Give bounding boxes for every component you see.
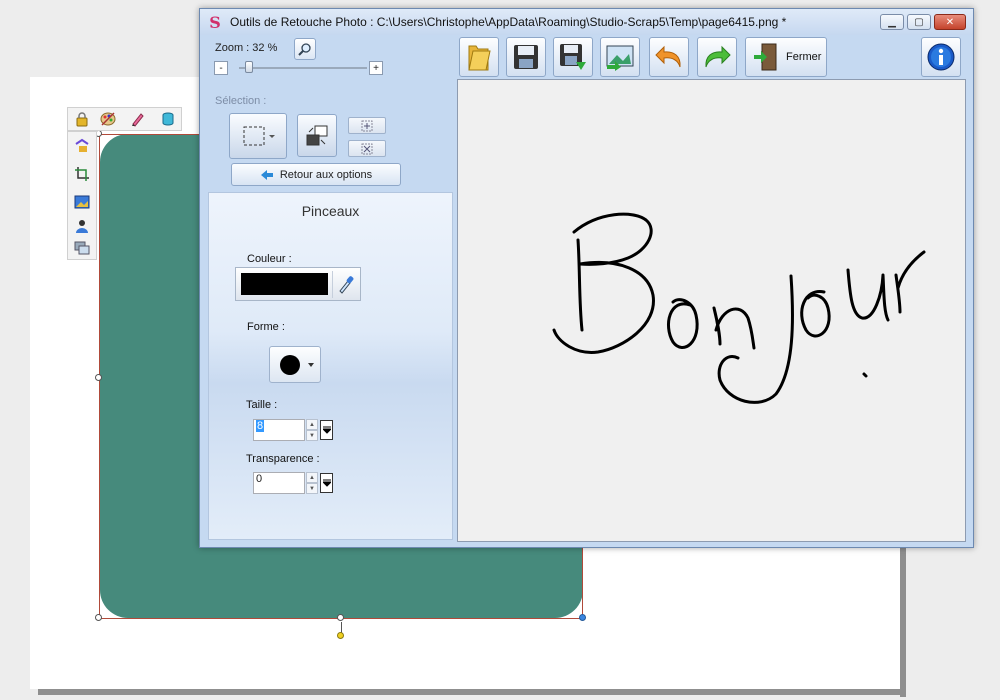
page-shadow xyxy=(38,689,906,695)
exit-door-icon xyxy=(754,43,777,71)
shape-label: Forme : xyxy=(247,321,285,333)
back-to-options-button[interactable]: Retour aux options xyxy=(231,163,401,186)
info-button[interactable] xyxy=(921,37,961,77)
user-icon[interactable] xyxy=(72,216,92,236)
close-editor-label: Fermer xyxy=(786,51,822,63)
picture-icon[interactable] xyxy=(72,192,92,212)
layers-icon[interactable] xyxy=(72,238,92,258)
save-as-icon xyxy=(560,44,586,70)
app-logo-icon: S xyxy=(209,12,221,32)
chevron-down-icon xyxy=(308,363,314,367)
save-icon xyxy=(514,45,538,69)
minimize-icon: ▁ xyxy=(888,16,896,28)
export-image-button[interactable] xyxy=(600,37,640,77)
back-to-options-label: Retour aux options xyxy=(279,168,373,181)
undo-button[interactable] xyxy=(649,37,689,77)
zoom-button[interactable] xyxy=(294,38,316,60)
dropdown-arrow-icon xyxy=(322,479,331,487)
transparency-stepper[interactable]: ▲ ▼ xyxy=(306,472,318,494)
zoom-slider-thumb[interactable] xyxy=(245,61,253,73)
minimize-button[interactable]: ▁ xyxy=(880,14,904,30)
title-bar[interactable]: S Outils de Retouche Photo : C:\Users\Ch… xyxy=(200,9,973,35)
zoom-label: Zoom : 32 % xyxy=(215,42,278,54)
clear-selection-button[interactable] xyxy=(348,140,386,157)
drawing-canvas[interactable] xyxy=(457,79,966,542)
move-selection-button[interactable] xyxy=(297,114,337,157)
zoom-in-button[interactable]: + xyxy=(369,61,383,75)
size-dropdown-button[interactable] xyxy=(320,420,333,440)
redo-icon xyxy=(705,45,731,68)
rotation-handle[interactable] xyxy=(337,632,344,639)
transparency-spinner[interactable]: 0 ▲ ▼ xyxy=(253,472,335,494)
close-icon: ✕ xyxy=(945,16,955,28)
save-button[interactable] xyxy=(506,37,546,77)
maximize-button[interactable]: ▢ xyxy=(907,14,931,30)
zoom-out-button[interactable]: - xyxy=(214,61,228,75)
color-label: Couleur : xyxy=(247,253,292,265)
arrange-icon[interactable] xyxy=(72,136,92,156)
object-toolbar xyxy=(67,107,182,131)
undo-icon xyxy=(655,45,681,68)
handwritten-bonjour-drawing xyxy=(552,212,926,404)
size-spinner[interactable]: 8 ▲ ▼ xyxy=(253,419,335,441)
editor-toolbar: Fermer xyxy=(457,37,967,79)
rect-select-icon xyxy=(243,126,275,146)
size-input[interactable]: 8 xyxy=(253,419,305,441)
brushes-title: Pinceaux xyxy=(301,203,360,219)
dropdown-arrow-icon xyxy=(322,426,331,434)
redo-button[interactable] xyxy=(697,37,737,77)
transparency-dropdown-button[interactable] xyxy=(320,473,333,493)
brush-shape-dropdown[interactable] xyxy=(269,346,321,383)
photo-editor-window: S Outils de Retouche Photo : C:\Users\Ch… xyxy=(199,8,974,548)
transparency-input[interactable]: 0 xyxy=(253,472,305,494)
selection-label: Sélection : xyxy=(215,95,267,107)
add-selection-icon xyxy=(361,120,373,131)
transparency-label: Transparence : xyxy=(246,453,320,465)
resize-handle[interactable] xyxy=(95,374,102,381)
open-folder-icon xyxy=(468,45,491,71)
move-select-icon xyxy=(306,125,328,145)
tool-options-panel: Zoom : 32 % - + Sélection : Retour aux o… xyxy=(205,37,455,542)
size-label: Taille : xyxy=(246,399,278,411)
side-toolbar xyxy=(67,131,97,260)
crop-icon[interactable] xyxy=(72,164,92,184)
color-picker[interactable] xyxy=(235,267,361,301)
divider xyxy=(332,271,333,298)
pencil-icon[interactable] xyxy=(128,109,148,129)
resize-handle[interactable] xyxy=(337,614,344,621)
rect-selection-button[interactable] xyxy=(229,113,287,159)
back-arrow-icon xyxy=(260,169,273,180)
close-button[interactable]: ✕ xyxy=(934,14,966,30)
close-editor-button[interactable]: Fermer xyxy=(745,37,827,77)
add-selection-button[interactable] xyxy=(348,117,386,134)
maximize-icon: ▢ xyxy=(914,16,924,28)
export-image-icon xyxy=(606,45,634,71)
clear-selection-icon xyxy=(361,143,373,154)
info-icon xyxy=(927,43,955,71)
resize-handle[interactable] xyxy=(579,614,586,621)
zoom-slider-track[interactable] xyxy=(239,67,367,69)
database-icon[interactable] xyxy=(158,109,178,129)
palette-icon[interactable] xyxy=(98,109,118,129)
circle-brush-icon xyxy=(280,355,300,375)
window-title: Outils de Retouche Photo : C:\Users\Chri… xyxy=(230,15,787,29)
lock-icon[interactable] xyxy=(72,109,92,129)
size-stepper[interactable]: ▲ ▼ xyxy=(306,419,318,441)
save-as-button[interactable] xyxy=(553,37,593,77)
open-button[interactable] xyxy=(459,37,499,77)
color-swatch[interactable] xyxy=(241,273,328,295)
magnifier-icon xyxy=(298,43,311,56)
eyedropper-icon[interactable] xyxy=(337,274,355,297)
brushes-panel: Pinceaux Couleur : Forme : Taille : 8 ▲ ▼ xyxy=(208,192,453,540)
resize-handle[interactable] xyxy=(95,614,102,621)
zoom-value: 32 % xyxy=(252,42,278,54)
